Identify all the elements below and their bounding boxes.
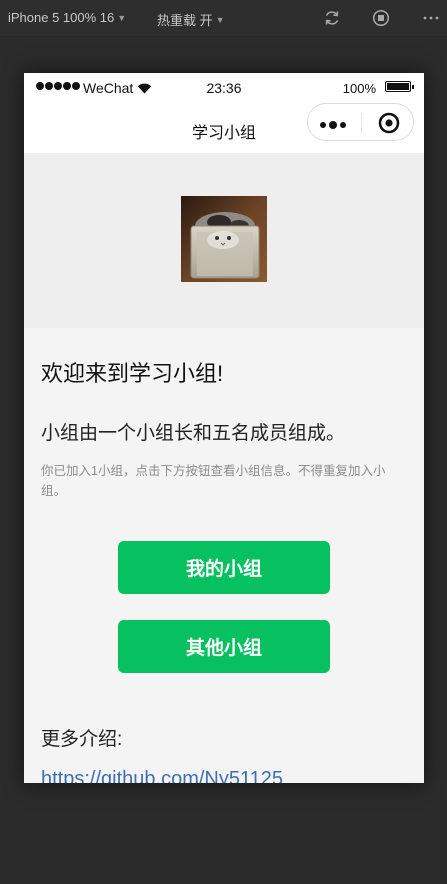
more-intro-label: 更多介绍: [41,729,123,750]
join-note: 你已加入1小组，点击下方按钮查看小组信息。不得重复加入小组。 [41,464,386,498]
device-selector[interactable]: iPhone 5 100% 16 ▼ [8,10,126,25]
navigation-bar: 学习小组 [24,103,424,153]
chevron-down-icon: ▼ [117,12,127,23]
header-banner [24,153,424,328]
other-groups-button[interactable]: 其他小组 [118,620,330,673]
menu-capsule [307,103,414,141]
battery-percent: 100% [342,81,376,96]
welcome-heading: 欢迎来到学习小组! [41,361,224,386]
capsule-close-icon[interactable] [378,112,400,134]
status-bar: WeChat 23:36 100% [24,73,424,103]
github-link[interactable]: https://github.com/Ny51125 [41,768,283,783]
intro-text: 小组由一个小组长和五名成员组成。 [41,423,346,444]
phone-simulator: WeChat 23:36 100% 学习小组 欢迎来到学习小组! 小组由一个小组… [24,73,424,783]
stop-icon[interactable] [372,9,390,27]
devtools-toolbar: iPhone 5 100% 16 ▼ 热重载 开 ▼ [0,0,447,37]
my-group-button[interactable]: 我的小组 [118,541,330,594]
rotate-icon[interactable] [323,9,341,27]
avatar [181,196,267,282]
more-icon[interactable] [422,9,440,27]
device-label: iPhone 5 100% 16 [8,10,115,25]
chevron-down-icon: ▼ [215,14,225,25]
hot-reload-label: 热重载 开 [157,13,213,28]
capsule-divider [361,113,362,133]
capsule-more-button[interactable] [320,121,346,129]
cat-in-box-image [181,196,267,282]
hot-reload-toggle[interactable]: 热重载 开 ▼ [157,10,225,29]
battery-icon [385,81,414,92]
